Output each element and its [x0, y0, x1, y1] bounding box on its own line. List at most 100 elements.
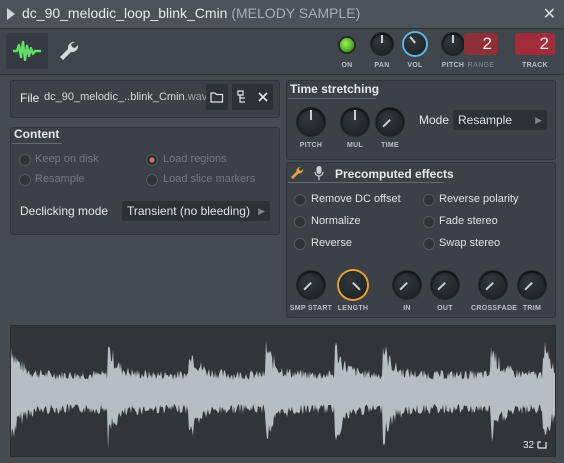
volume-knob-indicator — [409, 36, 416, 44]
folder-tree-icon — [237, 90, 245, 103]
pitch-knob[interactable] — [442, 33, 464, 55]
stretch-mode-select[interactable]: Resample ▶ — [453, 110, 547, 130]
remove-file-button[interactable] — [253, 84, 273, 110]
swap-stereo-radio[interactable] — [424, 239, 434, 249]
fade-in-knob[interactable] — [393, 271, 421, 299]
remove-dc-offset-label: Remove DC offset — [311, 193, 401, 205]
file-label: File — [20, 91, 40, 105]
window-title-text: dc_90_melodic_loop_blink_Cmin — [22, 5, 228, 21]
waveform-display[interactable] — [10, 325, 556, 457]
length-knob[interactable] — [339, 271, 367, 299]
stretch-pitch-label: PITCH — [299, 142, 323, 149]
declicking-mode-value: Transient (no bleeding) — [127, 204, 250, 218]
crossfade-indicator — [485, 282, 494, 291]
pitch-knob-indicator — [452, 35, 454, 43]
reverse-polarity-radio[interactable] — [424, 195, 434, 205]
waveform-graphic — [11, 340, 555, 450]
reverse-radio[interactable] — [295, 239, 305, 249]
stretch-mode-value: Resample — [458, 113, 513, 127]
load-regions-label: Load regions — [163, 153, 227, 165]
fade-stereo-radio[interactable] — [424, 217, 434, 227]
stretch-time-indicator — [382, 119, 391, 128]
open-file-button[interactable] — [206, 84, 228, 110]
declicking-mode-label: Declicking mode — [20, 204, 109, 218]
trim-knob[interactable] — [518, 271, 546, 299]
length-indicator — [352, 282, 361, 291]
window-subtitle: (MELODY SAMPLE) — [231, 5, 361, 21]
fade-stereo-label: Fade stereo — [439, 215, 498, 227]
load-slice-markers-radio[interactable] — [147, 175, 157, 185]
content-title-underline — [12, 143, 62, 144]
wrench-icon — [60, 41, 79, 60]
sample-start-knob[interactable] — [297, 271, 325, 299]
fade-in-label: IN — [403, 305, 411, 312]
vol-label: VOL — [407, 62, 423, 69]
window-menu-arrow-icon[interactable] — [7, 8, 15, 20]
track-label: TRACK — [522, 62, 548, 69]
remove-dc-offset-radio[interactable] — [295, 195, 305, 205]
sample-start-indicator — [303, 282, 312, 291]
pan-label: PAN — [374, 62, 390, 69]
wrench-icon[interactable] — [289, 165, 305, 181]
stretch-mode-label: Mode — [419, 113, 450, 127]
waveform-zoom-indicator[interactable]: 32 — [523, 439, 547, 451]
stretch-time-label: TIME — [381, 142, 399, 149]
fade-out-indicator — [437, 282, 446, 291]
keep-on-disk-radio[interactable] — [20, 155, 30, 165]
length-label: LENGTH — [337, 305, 369, 312]
precomputed-effects-underline — [288, 182, 444, 183]
close-icon — [258, 92, 268, 102]
pitch-label: PITCH — [441, 62, 465, 69]
pan-knob-indicator — [381, 35, 383, 43]
window-title: dc_90_melodic_loop_blink_Cmin (MELODY SA… — [22, 5, 360, 21]
reverse-label: Reverse — [311, 237, 352, 249]
declicking-mode-select[interactable]: Transient (no bleeding) ▶ — [122, 201, 270, 221]
locate-file-button[interactable] — [232, 84, 254, 110]
channel-on-led[interactable] — [340, 38, 354, 52]
reverse-polarity-label: Reverse polarity — [439, 193, 519, 205]
mixer-track-value[interactable]: 2 — [515, 33, 555, 55]
load-regions-radio[interactable] — [147, 155, 157, 165]
content-title: Content — [14, 127, 60, 141]
trim-label: TRIM — [522, 305, 542, 312]
sampler-channel-window: dc_90_melodic_loop_blink_Cmin (MELODY SA… — [0, 0, 564, 463]
chevron-right-icon: ▶ — [258, 206, 265, 216]
crossfade-label: CROSSFADE — [471, 305, 518, 312]
volume-knob[interactable] — [404, 33, 426, 55]
fade-out-label: OUT — [437, 305, 453, 312]
normalize-label: Normalize — [311, 215, 361, 227]
close-window-button[interactable]: ✕ — [543, 4, 556, 24]
normalize-radio[interactable] — [295, 217, 305, 227]
range-label: RANGE — [467, 62, 495, 69]
stretch-pitch-indicator — [310, 110, 312, 120]
file-name-display[interactable]: dc_90_melodic_..blink_Cmin.wav — [44, 91, 207, 103]
load-slice-markers-label: Load slice markers — [163, 173, 256, 185]
pitch-range-value[interactable]: 2 — [464, 33, 498, 55]
crossfade-knob[interactable] — [479, 271, 507, 299]
title-bar[interactable]: dc_90_melodic_loop_blink_Cmin (MELODY SA… — [0, 0, 564, 29]
time-stretching-title: Time stretching — [290, 82, 380, 96]
waveform-shape — [11, 340, 555, 450]
stretch-time-knob[interactable] — [376, 108, 404, 136]
tab-sample-settings[interactable] — [6, 33, 48, 69]
fade-out-knob[interactable] — [431, 271, 459, 299]
on-label: ON — [341, 62, 353, 69]
stretch-mul-indicator — [354, 110, 356, 120]
keep-on-disk-label: Keep on disk — [35, 153, 99, 165]
stretch-mul-knob[interactable] — [341, 108, 369, 136]
chevron-right-icon: ▶ — [535, 115, 542, 125]
precomputed-effects-title: Precomputed effects — [335, 167, 454, 181]
trim-indicator — [524, 282, 533, 291]
stretch-pitch-knob[interactable] — [297, 108, 325, 136]
time-stretching-underline — [288, 98, 376, 99]
microphone-icon[interactable] — [313, 165, 325, 181]
pan-knob[interactable] — [371, 33, 393, 55]
waveform-icon — [13, 40, 41, 62]
tab-instrument-settings[interactable] — [54, 36, 84, 66]
folder-icon — [210, 92, 224, 103]
swap-stereo-label: Swap stereo — [439, 237, 501, 249]
file-extension: .wav — [184, 91, 208, 103]
stretch-mul-label: MUL — [346, 142, 364, 149]
sample-start-label: SMP START — [289, 305, 333, 312]
resample-radio[interactable] — [20, 175, 30, 185]
